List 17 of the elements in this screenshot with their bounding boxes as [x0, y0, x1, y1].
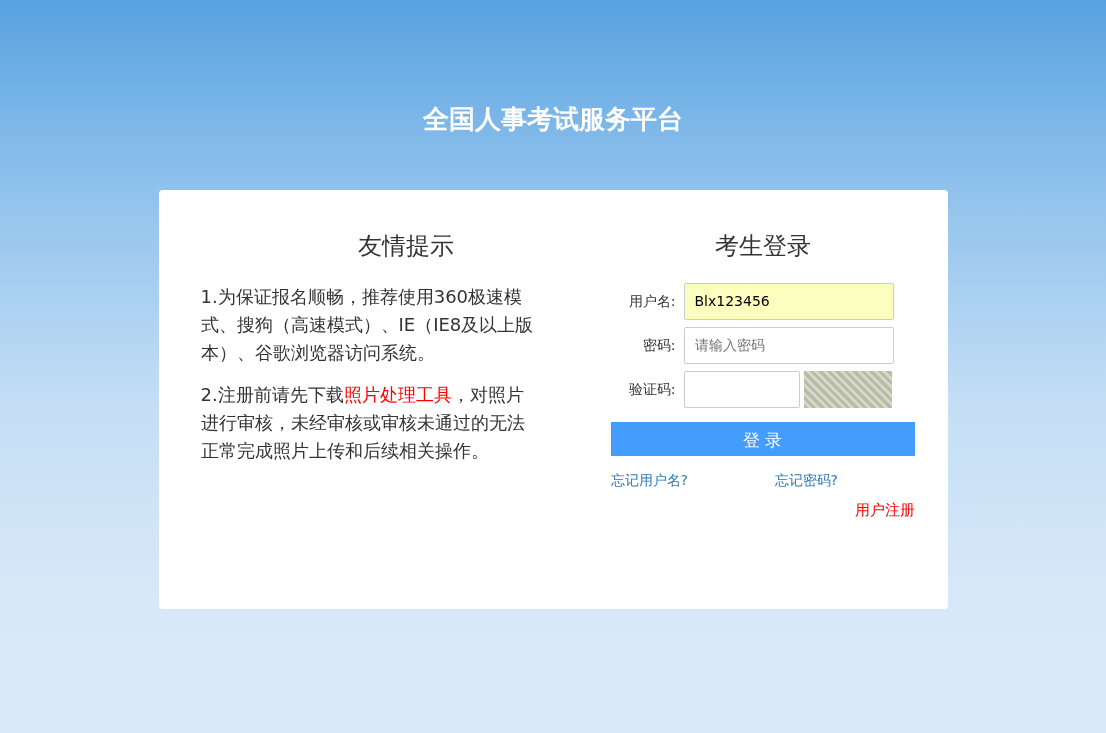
tip-paragraph: 2.注册前请先下载照片处理工具，对照片进行审核，未经审核或审核未通过的无法正常完成照片上传和后续相关操作。: [200, 382, 526, 463]
site-title: 全国人事考试服务平台: [422, 103, 684, 136]
password-field[interactable]: 请输入密码: [683, 326, 894, 364]
captcha-field[interactable]: [683, 370, 800, 408]
download-link[interactable]: 照片处理工具: [343, 383, 452, 405]
tips-heading: 友情提示: [356, 232, 455, 261]
captcha-label: 验证码:: [627, 379, 677, 399]
login-heading: 考生登录: [713, 232, 812, 261]
username-field[interactable]: Blx123456: [683, 282, 894, 320]
login-button[interactable]: 登 录: [610, 421, 915, 456]
forgot-password-link[interactable]: 忘记密码?: [774, 469, 838, 491]
tip-paragraph: 1.为保证报名顺畅，推荐使用360极速模式、搜狗（高速模式）、IE（IE8及以上版本）、谷歌浏览器访问系统。: [200, 284, 535, 365]
username-label: 用户名:: [627, 291, 677, 311]
password-label: 密码:: [641, 335, 677, 355]
register-link[interactable]: 用户注册: [854, 498, 915, 522]
forgot-username-link[interactable]: 忘记用户名?: [610, 469, 775, 491]
captcha-image[interactable]: [803, 370, 892, 408]
